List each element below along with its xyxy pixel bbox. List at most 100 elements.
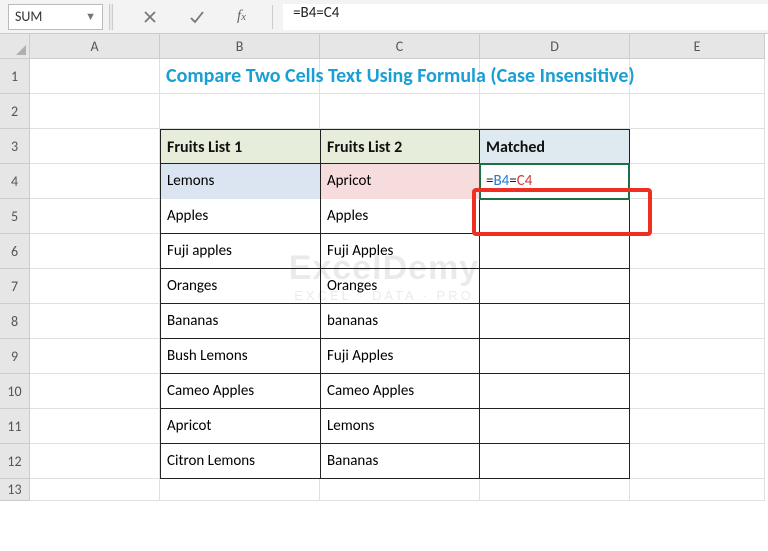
col-header-d[interactable]: D <box>480 34 630 59</box>
cell-b5[interactable]: Apples <box>160 199 320 234</box>
cell-a5[interactable] <box>30 199 160 234</box>
name-box-resize-handle[interactable] <box>109 4 113 30</box>
cell-d2[interactable] <box>480 94 630 129</box>
cell-e2[interactable] <box>630 94 765 129</box>
cell-e9[interactable] <box>630 339 765 374</box>
row-8: 8 Bananas bananas <box>0 304 768 339</box>
col-header-b[interactable]: B <box>160 34 320 59</box>
cell-d8[interactable] <box>480 304 630 339</box>
cell-b11[interactable]: Apricot <box>160 409 320 444</box>
cell-d7[interactable] <box>480 269 630 304</box>
cell-e4[interactable] <box>630 164 765 199</box>
cell-e1[interactable] <box>630 59 765 94</box>
formula-ref-b4: B4 <box>493 172 509 190</box>
row-3: 3 Fruits List 1 Fruits List 2 Matched <box>0 129 768 164</box>
cell-d12[interactable] <box>480 444 630 479</box>
row-header-5[interactable]: 5 <box>0 199 30 234</box>
cell-c10[interactable]: Cameo Apples <box>320 374 480 409</box>
cell-c3[interactable]: Fruits List 2 <box>320 129 480 164</box>
cell-e10[interactable] <box>630 374 765 409</box>
cell-a13[interactable] <box>30 479 160 501</box>
cell-d5[interactable] <box>480 199 630 234</box>
cell-e7[interactable] <box>630 269 765 304</box>
cell-e13[interactable] <box>630 479 765 501</box>
col-header-a[interactable]: A <box>30 34 160 59</box>
cell-d10[interactable] <box>480 374 630 409</box>
cell-c12[interactable]: Bananas <box>320 444 480 479</box>
cell-a6[interactable] <box>30 234 160 269</box>
cell-b8[interactable]: Bananas <box>160 304 320 339</box>
cell-d9[interactable] <box>480 339 630 374</box>
cell-e8[interactable] <box>630 304 765 339</box>
row-header-7[interactable]: 7 <box>0 269 30 304</box>
row-header-9[interactable]: 9 <box>0 339 30 374</box>
spreadsheet-grid: A B C D E 1 Compare Two Cells Text Using… <box>0 34 768 501</box>
row-5: 5 Apples Apples <box>0 199 768 234</box>
cell-a9[interactable] <box>30 339 160 374</box>
row-header-12[interactable]: 12 <box>0 444 30 479</box>
row-header-10[interactable]: 10 <box>0 374 30 409</box>
cell-a4[interactable] <box>30 164 160 199</box>
cell-e6[interactable] <box>630 234 765 269</box>
row-12: 12 Citron Lemons Bananas <box>0 444 768 479</box>
row-header-13[interactable]: 13 <box>0 479 30 501</box>
row-4: 4 Lemons Apricot =B4=C4 <box>0 164 768 199</box>
col-header-c[interactable]: C <box>320 34 480 59</box>
cell-e3[interactable] <box>630 129 765 164</box>
cell-a11[interactable] <box>30 409 160 444</box>
row-9: 9 Bush Lemons Fuji Apples <box>0 339 768 374</box>
cell-b9[interactable]: Bush Lemons <box>160 339 320 374</box>
cell-c2[interactable] <box>320 94 480 129</box>
cell-c7[interactable]: Oranges <box>320 269 480 304</box>
cancel-icon[interactable] <box>143 10 157 24</box>
enter-check-icon[interactable] <box>189 10 205 24</box>
row-header-2[interactable]: 2 <box>0 94 30 129</box>
col-header-e[interactable]: E <box>630 34 765 59</box>
cell-c5[interactable]: Apples <box>320 199 480 234</box>
cell-d13[interactable] <box>480 479 630 501</box>
cell-c8[interactable]: bananas <box>320 304 480 339</box>
cell-b1[interactable]: Compare Two Cells Text Using Formula (Ca… <box>160 59 320 94</box>
select-all-corner[interactable] <box>0 34 30 59</box>
row-header-8[interactable]: 8 <box>0 304 30 339</box>
cell-b10[interactable]: Cameo Apples <box>160 374 320 409</box>
name-box[interactable]: SUM ▼ <box>8 4 103 30</box>
name-box-value: SUM <box>15 8 42 25</box>
cell-e12[interactable] <box>630 444 765 479</box>
row-header-6[interactable]: 6 <box>0 234 30 269</box>
fx-icon[interactable]: fx <box>237 8 246 25</box>
cell-e11[interactable] <box>630 409 765 444</box>
cell-a7[interactable] <box>30 269 160 304</box>
row-header-1[interactable]: 1 <box>0 59 30 94</box>
cell-c13[interactable] <box>320 479 480 501</box>
formula-input[interactable]: =B4=C4 <box>283 4 768 30</box>
cell-a10[interactable] <box>30 374 160 409</box>
cell-d3[interactable]: Matched <box>480 129 630 164</box>
chevron-down-icon: ▼ <box>85 10 96 23</box>
cell-b12[interactable]: Citron Lemons <box>160 444 320 479</box>
row-header-3[interactable]: 3 <box>0 129 30 164</box>
cell-b13[interactable] <box>160 479 320 501</box>
cell-d4[interactable]: =B4=C4 <box>480 164 630 199</box>
cell-d6[interactable] <box>480 234 630 269</box>
cell-c9[interactable]: Fuji Apples <box>320 339 480 374</box>
cell-c11[interactable]: Lemons <box>320 409 480 444</box>
cell-a2[interactable] <box>30 94 160 129</box>
cell-b7[interactable]: Oranges <box>160 269 320 304</box>
cell-a3[interactable] <box>30 129 160 164</box>
row-header-4[interactable]: 4 <box>0 164 30 199</box>
page-title: Compare Two Cells Text Using Formula (Ca… <box>166 59 635 94</box>
cell-b4[interactable]: Lemons <box>160 164 320 199</box>
column-headers: A B C D E <box>30 34 768 59</box>
cell-e5[interactable] <box>630 199 765 234</box>
cell-a12[interactable] <box>30 444 160 479</box>
cell-d11[interactable] <box>480 409 630 444</box>
cell-b3[interactable]: Fruits List 1 <box>160 129 320 164</box>
cell-c6[interactable]: Fuji Apples <box>320 234 480 269</box>
cell-a8[interactable] <box>30 304 160 339</box>
cell-a1[interactable] <box>30 59 160 94</box>
cell-b6[interactable]: Fuji apples <box>160 234 320 269</box>
cell-b2[interactable] <box>160 94 320 129</box>
cell-c4[interactable]: Apricot <box>320 164 480 199</box>
row-header-11[interactable]: 11 <box>0 409 30 444</box>
